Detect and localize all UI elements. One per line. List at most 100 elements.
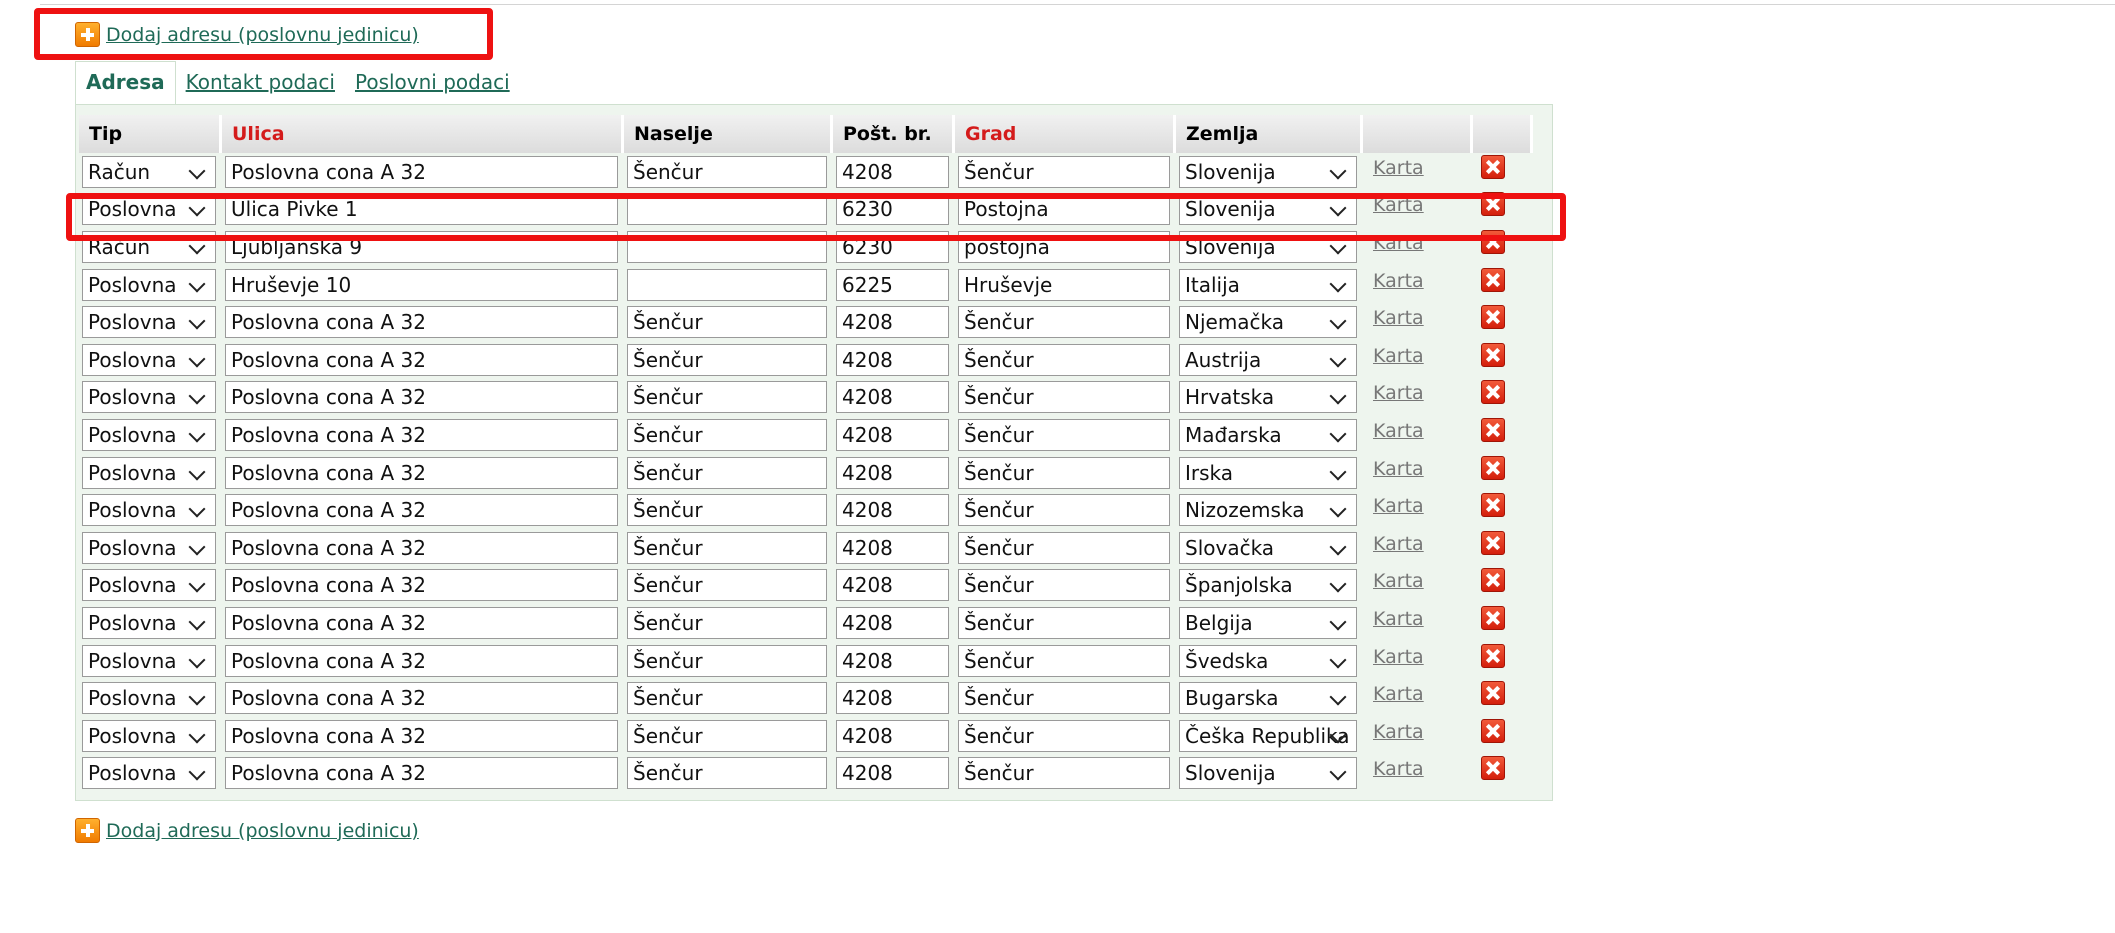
ulica-input[interactable]: Poslovna cona A 32 (225, 606, 618, 639)
tip-select[interactable]: Poslovna (82, 494, 216, 527)
ulica-input[interactable]: Poslovna cona A 32 (225, 531, 618, 564)
karta-link[interactable]: Karta (1363, 307, 1424, 329)
chevron-down-icon[interactable] (188, 425, 206, 443)
ulica-input[interactable]: Poslovna cona A 32 (225, 569, 618, 602)
chevron-down-icon[interactable] (1329, 162, 1347, 180)
chevron-down-icon[interactable] (188, 387, 206, 405)
naselje-input[interactable]: Šenčur (627, 569, 827, 602)
naselje-input[interactable]: Šenčur (627, 306, 827, 339)
grad-input[interactable]: Šenčur (958, 381, 1170, 414)
zemlja-select[interactable]: Austrija (1179, 343, 1357, 376)
tip-select[interactable]: Poslovna (82, 456, 216, 489)
ulica-input[interactable]: Hruševje 10 (225, 268, 618, 301)
chevron-down-icon[interactable] (1329, 387, 1347, 405)
karta-link[interactable]: Karta (1363, 646, 1424, 668)
zemlja-select[interactable]: Mađarska (1179, 418, 1357, 451)
naselje-input[interactable]: Šenčur (627, 644, 827, 677)
tip-select[interactable]: Poslovna (82, 606, 216, 639)
ulica-input[interactable]: Poslovna cona A 32 (225, 644, 618, 677)
tab-poslovni-podaci[interactable]: Poslovni podaci (345, 62, 520, 104)
add-address-top[interactable]: Dodaj adresu (poslovnu jedinicu) (75, 22, 419, 47)
chevron-down-icon[interactable] (1329, 312, 1347, 330)
chevron-down-icon[interactable] (188, 651, 206, 669)
naselje-input[interactable]: Šenčur (627, 757, 827, 790)
naselje-input[interactable]: Šenčur (627, 456, 827, 489)
add-address-link[interactable]: Dodaj adresu (poslovnu jedinicu) (106, 820, 419, 842)
delete-icon[interactable] (1481, 605, 1505, 630)
grad-input[interactable]: Šenčur (958, 456, 1170, 489)
chevron-down-icon[interactable] (1329, 237, 1347, 255)
karta-link[interactable]: Karta (1363, 758, 1424, 780)
tip-select[interactable]: Račun (82, 155, 216, 188)
chevron-down-icon[interactable] (1329, 651, 1347, 669)
chevron-down-icon[interactable] (188, 199, 206, 217)
grad-input[interactable]: Šenčur (958, 682, 1170, 715)
naselje-input[interactable]: Šenčur (627, 719, 827, 752)
tip-select[interactable]: Poslovna (82, 719, 216, 752)
chevron-down-icon[interactable] (188, 350, 206, 368)
post-br-input[interactable]: 4208 (836, 494, 949, 527)
delete-icon[interactable] (1481, 417, 1505, 442)
karta-link[interactable]: Karta (1363, 345, 1424, 367)
tab-adresa[interactable]: Adresa (75, 61, 176, 104)
zemlja-select[interactable]: Slovačka (1179, 531, 1357, 564)
chevron-down-icon[interactable] (188, 162, 206, 180)
tip-select[interactable]: Poslovna (82, 381, 216, 414)
karta-link[interactable]: Karta (1363, 533, 1424, 555)
ulica-input[interactable]: Poslovna cona A 32 (225, 343, 618, 376)
zemlja-select[interactable]: Hrvatska (1179, 381, 1357, 414)
karta-link[interactable]: Karta (1363, 495, 1424, 517)
karta-link[interactable]: Karta (1363, 683, 1424, 705)
delete-icon[interactable] (1481, 643, 1505, 668)
ulica-input[interactable]: Ulica Pivke 1 (225, 193, 618, 226)
zemlja-select[interactable]: Irska (1179, 456, 1357, 489)
chevron-down-icon[interactable] (1329, 425, 1347, 443)
post-br-input[interactable]: 4208 (836, 757, 949, 790)
chevron-down-icon[interactable] (1329, 275, 1347, 293)
zemlja-select[interactable]: Češka Republika (1179, 719, 1357, 752)
grad-input[interactable]: Šenčur (958, 418, 1170, 451)
add-address-bottom[interactable]: Dodaj adresu (poslovnu jedinicu) (75, 818, 419, 843)
post-br-input[interactable]: 4208 (836, 456, 949, 489)
post-br-input[interactable]: 6225 (836, 268, 949, 301)
zemlja-select[interactable]: Slovenija (1179, 193, 1357, 226)
karta-link[interactable]: Karta (1363, 157, 1424, 179)
post-br-input[interactable]: 4208 (836, 569, 949, 602)
delete-icon[interactable] (1481, 192, 1505, 217)
ulica-input[interactable]: Poslovna cona A 32 (225, 418, 618, 451)
naselje-input[interactable] (627, 230, 827, 263)
grad-input[interactable]: Šenčur (958, 531, 1170, 564)
grad-input[interactable]: Šenčur (958, 606, 1170, 639)
naselje-input[interactable]: Šenčur (627, 606, 827, 639)
delete-icon[interactable] (1481, 342, 1505, 367)
delete-icon[interactable] (1481, 305, 1505, 330)
naselje-input[interactable] (627, 193, 827, 226)
chevron-down-icon[interactable] (1329, 688, 1347, 706)
chevron-down-icon[interactable] (188, 688, 206, 706)
chevron-down-icon[interactable] (188, 538, 206, 556)
post-br-input[interactable]: 6230 (836, 230, 949, 263)
grad-input[interactable]: Šenčur (958, 757, 1170, 790)
tip-select[interactable]: Poslovna (82, 343, 216, 376)
grad-input[interactable]: postojna (958, 230, 1170, 263)
zemlja-select[interactable]: Slovenija (1179, 155, 1357, 188)
tip-select[interactable]: Poslovna (82, 306, 216, 339)
tip-select[interactable]: Poslovna (82, 268, 216, 301)
naselje-input[interactable]: Šenčur (627, 381, 827, 414)
ulica-input[interactable]: Poslovna cona A 32 (225, 682, 618, 715)
chevron-down-icon[interactable] (1329, 350, 1347, 368)
delete-icon[interactable] (1481, 229, 1505, 254)
chevron-down-icon[interactable] (188, 312, 206, 330)
grad-input[interactable]: Šenčur (958, 343, 1170, 376)
tip-select[interactable]: Poslovna (82, 193, 216, 226)
ulica-input[interactable]: Poslovna cona A 32 (225, 155, 618, 188)
post-br-input[interactable]: 6230 (836, 193, 949, 226)
plus-icon[interactable] (75, 818, 100, 843)
post-br-input[interactable]: 4208 (836, 343, 949, 376)
naselje-input[interactable]: Šenčur (627, 418, 827, 451)
chevron-down-icon[interactable] (188, 275, 206, 293)
ulica-input[interactable]: Poslovna cona A 32 (225, 456, 618, 489)
ulica-input[interactable]: Poslovna cona A 32 (225, 719, 618, 752)
delete-icon[interactable] (1481, 718, 1505, 743)
zemlja-select[interactable]: Bugarska (1179, 682, 1357, 715)
